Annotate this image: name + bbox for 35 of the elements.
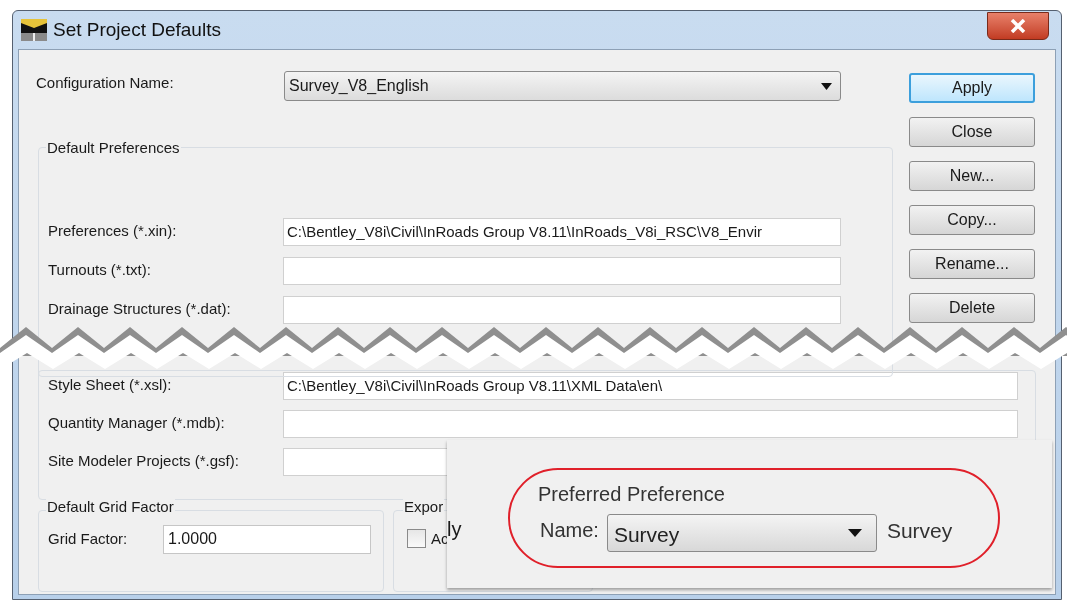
name-dropdown[interactable]: Survey [606, 514, 877, 552]
field-label: Preferences (*.xin): [48, 221, 178, 242]
field-label: Configuration Name: [36, 73, 175, 93]
path-field[interactable]: C:\Bentley_V8i\Civil\InRoads Group V8.11\InRoads_V8i_RSC\V8_Envir [283, 217, 841, 246]
dropdown-arrow-icon [847, 529, 862, 537]
field-label: Turnouts (*.txt): [48, 260, 152, 281]
path-field[interactable] [283, 447, 448, 476]
field-label: Drainage Structures (*.dat): [48, 299, 232, 320]
dialog-button[interactable]: Apply [909, 73, 1035, 103]
path-field[interactable]: C:\Bentley_V8i\Civil\InRoads Group V8.11\XML Data\en\ [283, 371, 1018, 400]
configuration-dropdown[interactable]: Survey_V8_English [284, 71, 841, 101]
path-field[interactable] [283, 409, 1018, 438]
group-title: Preferred Preference [538, 482, 725, 507]
dialog-button[interactable]: Copy... [909, 205, 1035, 235]
path-field[interactable] [283, 256, 841, 285]
field-label: Quantity Manager (*.mdb): [48, 413, 226, 434]
dialog-button[interactable]: Delete [909, 293, 1035, 323]
dialog-button[interactable]: Close [909, 117, 1035, 147]
path-field[interactable] [283, 295, 841, 324]
app-icon [21, 19, 47, 41]
checkbox[interactable] [407, 529, 426, 549]
close-icon [1010, 19, 1026, 33]
field-label: Style Sheet (*.xsl): [48, 375, 173, 396]
current-value: Survey [886, 518, 953, 545]
grid-factor-field[interactable]: 1.0000 [163, 524, 371, 554]
dialog-button[interactable]: Rename... [909, 249, 1035, 279]
field-label: Grid Factor: [48, 528, 129, 549]
close-button[interactable] [987, 12, 1049, 40]
dropdown-arrow-icon [821, 82, 832, 90]
dialog-button[interactable]: New... [909, 161, 1035, 191]
checkbox-label: Ac [431, 529, 449, 549]
partial-label: ly [447, 517, 462, 542]
field-label: Name: [540, 518, 599, 543]
field-label: Site Modeler Projects (*.gsf): [48, 451, 240, 472]
window-title: Set Project Defaults [53, 17, 221, 42]
